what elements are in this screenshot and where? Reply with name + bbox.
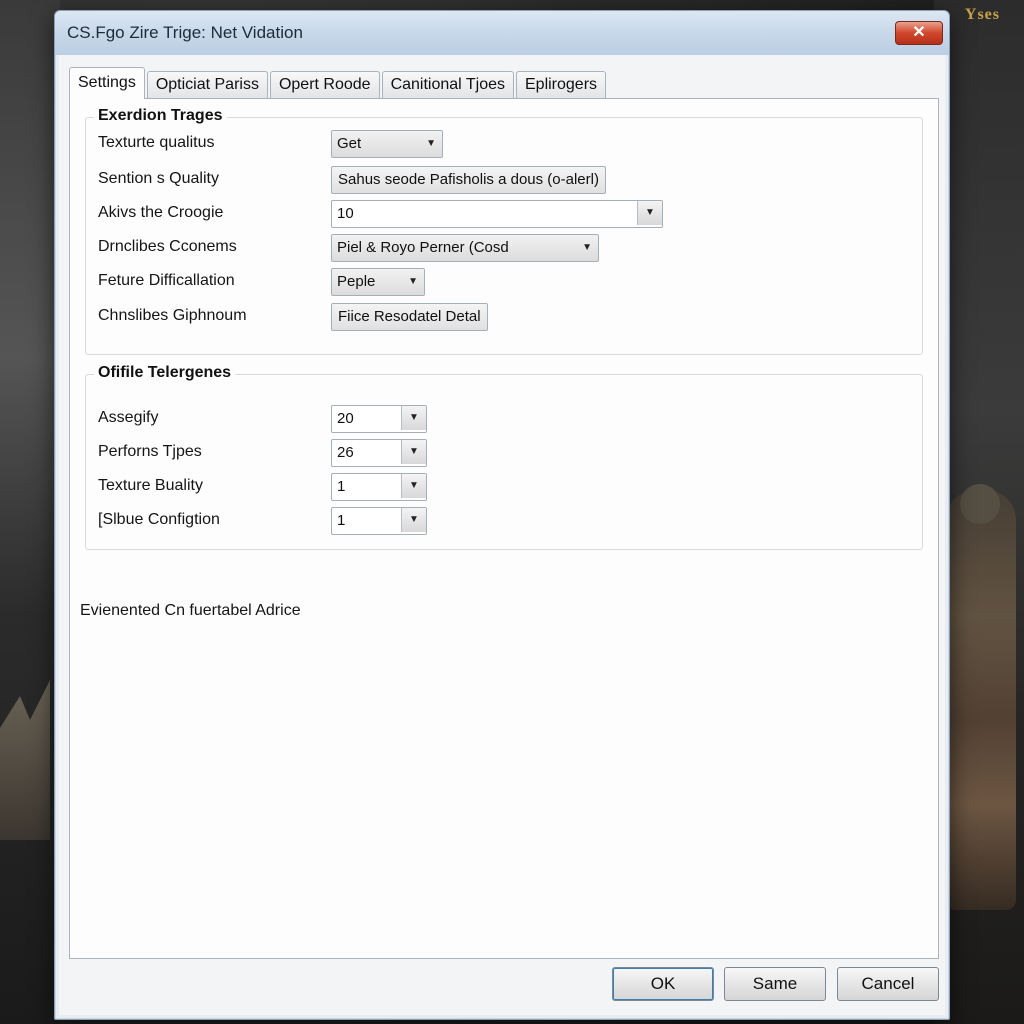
- settings-dialog: CS.Fgo Zire Trige: Net Vidation ✕ Settin…: [54, 10, 950, 1020]
- sention-quality-button[interactable]: Sahus seode Pafisholis a dous (o-alerl): [331, 166, 606, 194]
- chevron-down-icon[interactable]: ▼: [401, 406, 426, 430]
- combobox-value: 10: [337, 205, 354, 222]
- window-title: CS.Fgo Zire Trige: Net Vidation: [67, 23, 303, 42]
- group-exerdion-trages: Exerdion Trages Texturte qualitus Get ▼ …: [85, 107, 923, 355]
- game-logo: Yses: [964, 6, 1000, 23]
- ruined-building-image: [0, 680, 50, 840]
- setting-row: Texturte qualitus Get ▼: [86, 130, 922, 158]
- setting-row: Akivs the Croogie 10 ▼: [86, 200, 922, 228]
- title-bar[interactable]: CS.Fgo Zire Trige: Net Vidation ✕: [55, 11, 949, 55]
- setting-label: [Slbue Configtion: [98, 511, 220, 528]
- setting-label: Akivs the Croogie: [98, 204, 224, 221]
- setting-row: Sention s Quality Sahus seode Pafisholis…: [86, 166, 922, 194]
- tab-strip: Settings Opticiat Pariss Opert Roode Can…: [69, 67, 608, 99]
- combobox-value: 20: [337, 410, 354, 427]
- chevron-down-icon[interactable]: ▼: [401, 474, 426, 498]
- setting-label: Texture Buality: [98, 477, 203, 494]
- ok-button[interactable]: OK: [612, 967, 714, 1001]
- setting-row: Feture Difficallation Peple ▼: [86, 268, 922, 296]
- chevron-down-icon[interactable]: ▼: [401, 440, 426, 464]
- texture-quality-dropdown[interactable]: Get ▼: [331, 130, 443, 158]
- close-icon: ✕: [912, 24, 926, 41]
- settings-tab-panel: Exerdion Trages Texturte qualitus Get ▼ …: [69, 98, 939, 959]
- assegify-combobox[interactable]: 20 ▼: [331, 405, 427, 433]
- group-title: Exerdion Trages: [94, 107, 227, 125]
- cancel-button[interactable]: Cancel: [837, 967, 939, 1001]
- chnslibes-giphnoum-button[interactable]: Fiice Resodatel Detal: [331, 303, 488, 331]
- setting-label: Drnclibes Cconems: [98, 238, 237, 255]
- dropdown-value: Get: [337, 135, 362, 152]
- drnclibes-cconems-dropdown[interactable]: Piel & Royo Perner (Cosd ▼: [331, 234, 599, 262]
- dialog-client-area: Settings Opticiat Pariss Opert Roode Can…: [59, 55, 945, 1015]
- setting-row: Texture Buality 1 ▼: [86, 473, 922, 501]
- setting-label: Texturte qualitus: [98, 134, 215, 151]
- group-title: Ofifile Telergenes: [94, 364, 236, 382]
- group-ofifile-telergenes: Ofifile Telergenes Assegify 20 ▼ Perforn…: [85, 364, 923, 550]
- texture-buality-combobox[interactable]: 1 ▼: [331, 473, 427, 501]
- setting-label: Feture Difficallation: [98, 272, 235, 289]
- setting-label: Assegify: [98, 409, 159, 426]
- setting-label: Chnslibes Giphnoum: [98, 307, 247, 324]
- setting-row: [Slbue Configtion 1 ▼: [86, 507, 922, 535]
- chevron-down-icon: ▼: [582, 242, 592, 253]
- soldier-figure-image: [946, 484, 1016, 910]
- setting-label: Perforns Tjpes: [98, 443, 202, 460]
- combobox-value: 1: [337, 512, 346, 529]
- setting-row: Chnslibes Giphnoum Fiice Resodatel Detal: [86, 303, 922, 331]
- chevron-down-icon: ▼: [426, 138, 436, 149]
- tab-canitional-tjoes[interactable]: Canitional Tjoes: [381, 71, 514, 98]
- akivs-croogie-combobox[interactable]: 10 ▼: [331, 200, 663, 228]
- chevron-down-icon[interactable]: ▼: [637, 201, 662, 225]
- feture-difficallation-dropdown[interactable]: Peple ▼: [331, 268, 425, 296]
- combobox-value: 26: [337, 444, 354, 461]
- same-button[interactable]: Same: [724, 967, 826, 1001]
- chevron-down-icon[interactable]: ▼: [401, 508, 426, 532]
- tab-opticiat-pariss[interactable]: Opticiat Pariss: [146, 71, 268, 98]
- dropdown-value: Piel & Royo Perner (Cosd: [337, 239, 509, 256]
- dropdown-value: Peple: [337, 273, 376, 290]
- chevron-down-icon: ▼: [408, 276, 418, 287]
- slbue-configtion-combobox[interactable]: 1 ▼: [331, 507, 427, 535]
- setting-label: Sention s Quality: [98, 170, 219, 187]
- advice-note-text: Evienented Cn fuertabel Adrice: [80, 602, 301, 619]
- setting-row: Perforns Tjpes 26 ▼: [86, 439, 922, 467]
- combobox-value: 1: [337, 478, 346, 495]
- tab-settings[interactable]: Settings: [69, 67, 145, 99]
- tab-opert-roode[interactable]: Opert Roode: [269, 71, 380, 98]
- perforns-tjpes-combobox[interactable]: 26 ▼: [331, 439, 427, 467]
- background-scene-left: [0, 0, 60, 1024]
- tab-eplirogers[interactable]: Eplirogers: [516, 71, 607, 98]
- close-button[interactable]: ✕: [895, 21, 943, 45]
- setting-row: Drnclibes Cconems Piel & Royo Perner (Co…: [86, 234, 922, 262]
- setting-row: Assegify 20 ▼: [86, 405, 922, 433]
